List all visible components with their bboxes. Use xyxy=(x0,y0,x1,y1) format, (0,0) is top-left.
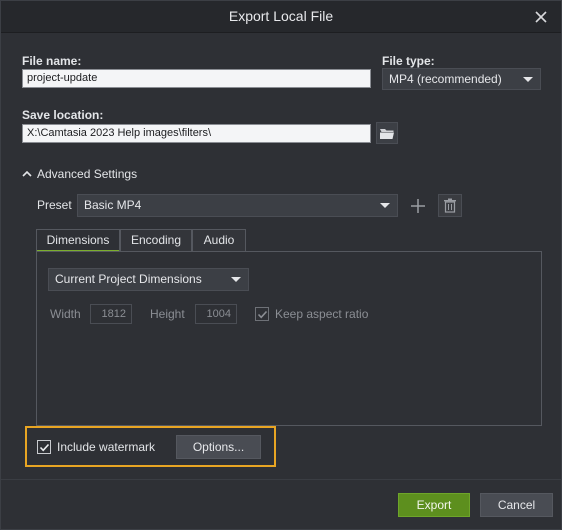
file-name-input[interactable]: project-update xyxy=(22,69,371,88)
export-button[interactable]: Export xyxy=(398,493,470,517)
preset-label: Preset xyxy=(37,198,72,212)
advanced-settings-label: Advanced Settings xyxy=(37,167,138,181)
tab-encoding[interactable]: Encoding xyxy=(120,229,192,251)
checkmark-icon xyxy=(257,310,268,319)
file-name-label: File name: xyxy=(22,54,82,68)
include-watermark-label: Include watermark xyxy=(57,440,156,454)
chevron-down-icon xyxy=(231,277,241,282)
height-label: Height xyxy=(150,307,185,321)
width-input[interactable]: 1812 xyxy=(90,304,132,324)
dialog-title: Export Local File xyxy=(228,8,334,24)
title-bar: Export Local File xyxy=(1,1,561,33)
keep-aspect-label: Keep aspect ratio xyxy=(275,307,369,321)
add-preset-button[interactable] xyxy=(406,194,430,217)
dimensions-mode-value: Current Project Dimensions xyxy=(55,272,202,286)
plus-icon xyxy=(411,198,425,213)
file-type-label: File type: xyxy=(382,54,435,68)
chevron-down-icon xyxy=(380,203,390,208)
file-type-select[interactable]: MP4 (recommended) xyxy=(382,68,541,90)
save-location-input[interactable]: X:\Camtasia 2023 Help images\filters\ xyxy=(22,124,371,143)
file-type-value: MP4 (recommended) xyxy=(389,72,502,86)
folder-icon xyxy=(380,128,394,139)
watermark-options-button[interactable]: Options... xyxy=(176,435,261,459)
export-dialog: Export Local File File name: project-upd… xyxy=(0,0,562,530)
tab-audio[interactable]: Audio xyxy=(192,229,246,251)
footer-divider xyxy=(1,479,561,480)
trash-icon xyxy=(444,198,456,213)
height-input[interactable]: 1004 xyxy=(195,304,237,324)
width-label: Width xyxy=(50,307,81,321)
browse-folder-button[interactable] xyxy=(376,122,398,144)
preset-value: Basic MP4 xyxy=(84,198,142,212)
preset-select[interactable]: Basic MP4 xyxy=(77,194,398,217)
chevron-up-icon xyxy=(22,170,32,177)
include-watermark-checkbox[interactable] xyxy=(37,440,51,454)
delete-preset-button[interactable] xyxy=(438,194,462,217)
checkmark-icon xyxy=(39,443,50,452)
chevron-down-icon xyxy=(523,77,533,82)
close-icon[interactable] xyxy=(531,7,551,27)
advanced-settings-toggle[interactable]: Advanced Settings xyxy=(21,167,137,181)
save-location-label: Save location: xyxy=(22,108,104,122)
keep-aspect-checkbox[interactable] xyxy=(255,307,269,321)
tab-dimensions[interactable]: Dimensions xyxy=(36,229,120,252)
cancel-button[interactable]: Cancel xyxy=(480,493,553,517)
dimensions-mode-select[interactable]: Current Project Dimensions xyxy=(48,268,249,291)
